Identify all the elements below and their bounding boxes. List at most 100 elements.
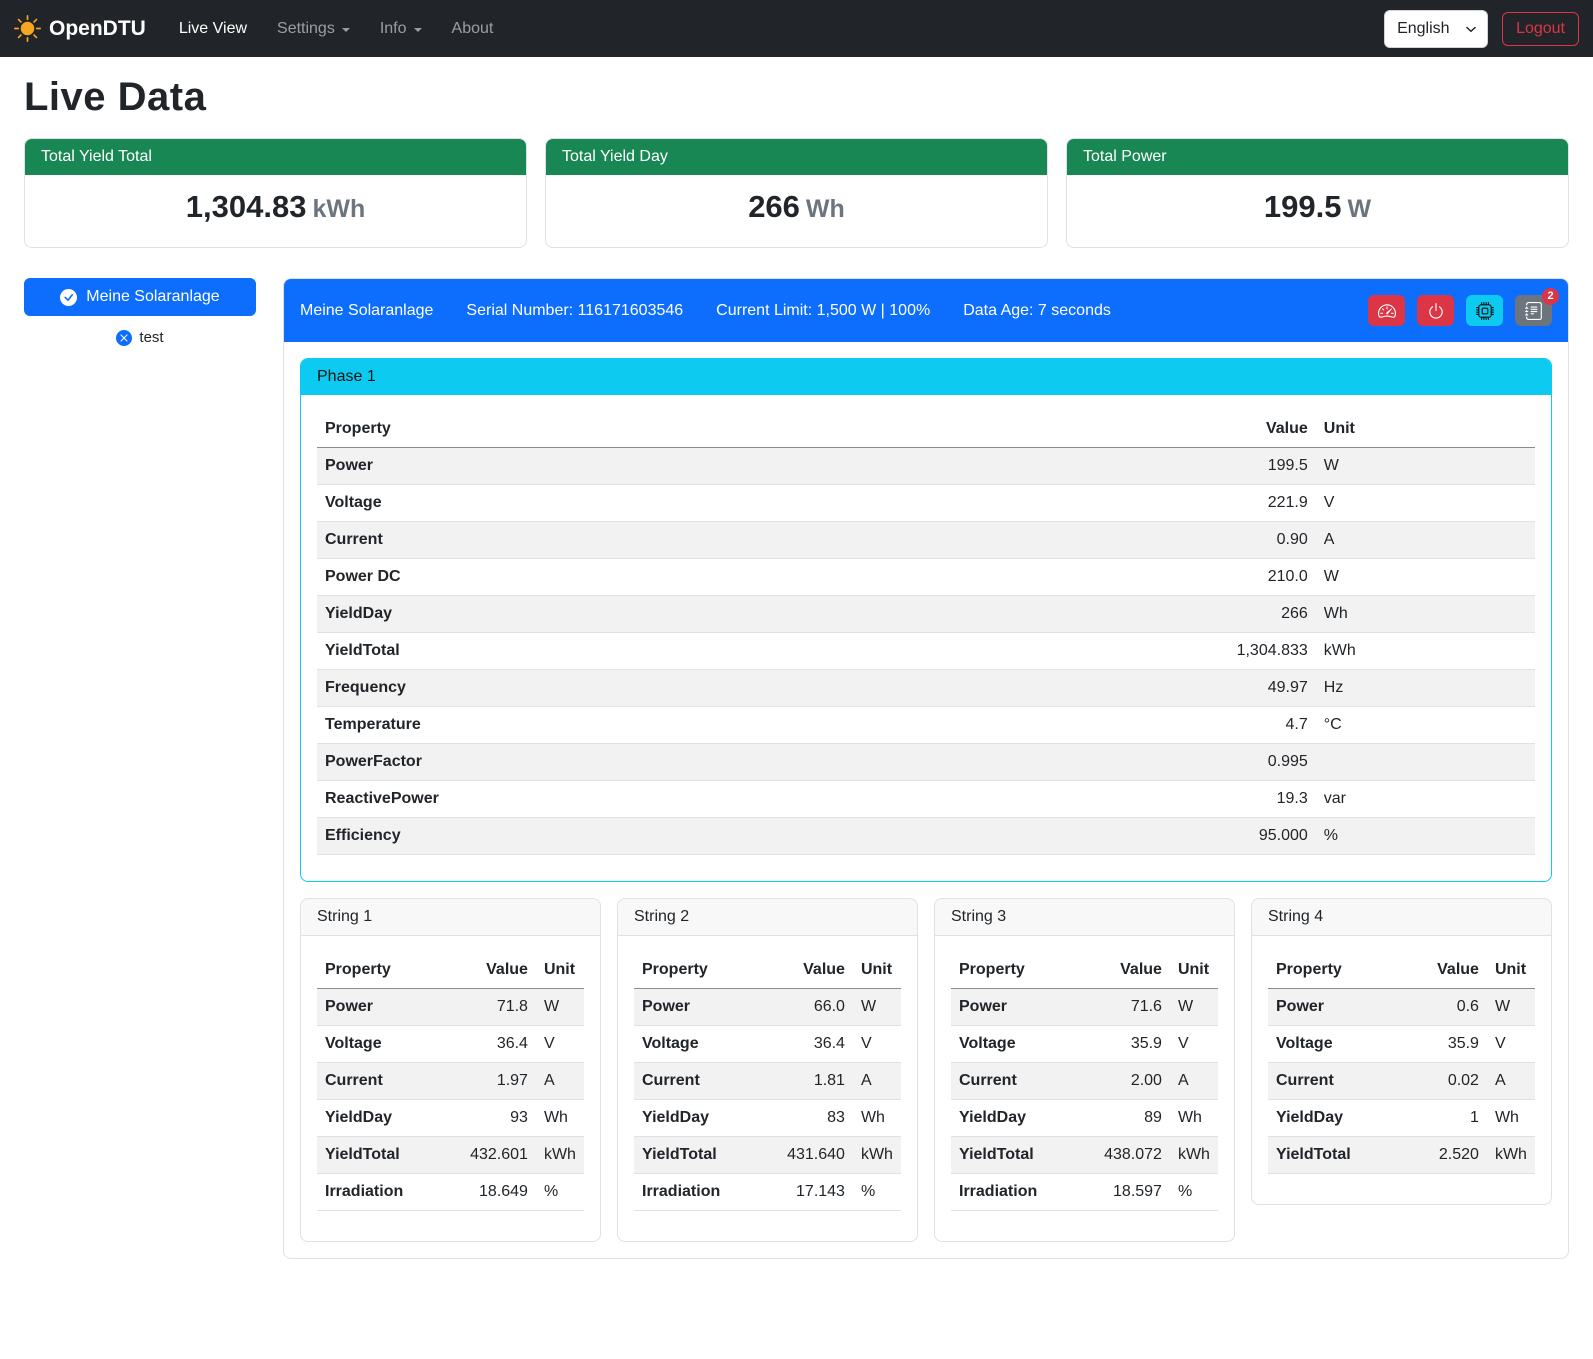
column-header-unit: Unit: [853, 952, 901, 989]
table-cell-prop: Current: [317, 1063, 445, 1100]
limit-settings-button[interactable]: [1368, 295, 1405, 326]
table-cell-val: 1.81: [762, 1063, 853, 1100]
table-row: YieldTotal432.601kWh: [317, 1137, 584, 1174]
table-cell-val: 89: [1079, 1100, 1170, 1137]
summary-card-value: 1,304.83: [186, 189, 307, 224]
table-cell-unit: Wh: [853, 1100, 901, 1137]
table-cell-val: 210.0: [1145, 559, 1316, 596]
table-cell-prop: YieldDay: [1268, 1100, 1396, 1137]
event-log-button[interactable]: 2: [1515, 295, 1552, 326]
nav-info[interactable]: Info: [365, 12, 437, 46]
table-cell-val: 93: [445, 1100, 536, 1137]
inverter-sidebar: Meine Solaranlage test: [24, 278, 256, 346]
table-cell-unit: W: [1316, 559, 1535, 596]
table-cell-val: 2.520: [1396, 1137, 1487, 1174]
inverter-select-button[interactable]: Meine Solaranlage: [24, 278, 256, 316]
table-cell-val: 66.0: [762, 989, 853, 1026]
table-cell-prop: ReactivePower: [317, 781, 1145, 818]
inverter-item-test[interactable]: test: [24, 329, 256, 346]
power-icon: [1427, 302, 1445, 320]
chevron-down-icon: [342, 28, 350, 32]
table-cell-val: 432.601: [445, 1137, 536, 1174]
table-cell-val: 18.649: [445, 1174, 536, 1211]
table-cell-prop: Voltage: [317, 485, 1145, 522]
table-cell-unit: var: [1316, 781, 1535, 818]
table-cell-prop: YieldDay: [634, 1100, 762, 1137]
nav-live-view[interactable]: Live View: [164, 12, 262, 46]
table-header-row: Property Value Unit: [634, 952, 901, 989]
journal-icon: [1525, 302, 1543, 320]
table-cell-val: 19.3: [1145, 781, 1316, 818]
column-header-value: Value: [1145, 411, 1316, 448]
table-row: Temperature4.7°C: [317, 707, 1535, 744]
table-cell-unit: V: [1487, 1026, 1535, 1063]
inverter-data-age: Data Age: 7 seconds: [963, 302, 1111, 320]
table-cell-unit: kWh: [1487, 1137, 1535, 1174]
table-cell-prop: Irradiation: [634, 1174, 762, 1211]
table-row: YieldDay89Wh: [951, 1100, 1218, 1137]
string-table: Property Value Unit Power0.6WVoltage35.9…: [1268, 952, 1535, 1174]
inverter-name: Meine Solaranlage: [300, 302, 433, 320]
table-cell-prop: YieldTotal: [1268, 1137, 1396, 1174]
string-card-title: String 3: [935, 899, 1234, 936]
table-header-row: Property Value Unit: [951, 952, 1218, 989]
table-cell-unit: Wh: [536, 1100, 584, 1137]
table-cell-val: 199.5: [1145, 448, 1316, 485]
table-cell-prop: Power: [317, 448, 1145, 485]
table-cell-unit: kWh: [1316, 633, 1535, 670]
x-circle-icon: [116, 330, 132, 346]
table-row: YieldDay1Wh: [1268, 1100, 1535, 1137]
table-row: Voltage35.9V: [951, 1026, 1218, 1063]
table-cell-val: 36.4: [445, 1026, 536, 1063]
table-cell-prop: Power DC: [317, 559, 1145, 596]
brand-link[interactable]: OpenDTU: [14, 15, 146, 42]
logout-button[interactable]: Logout: [1502, 12, 1579, 46]
table-cell-val: 18.597: [1079, 1174, 1170, 1211]
table-cell-prop: Irradiation: [951, 1174, 1079, 1211]
table-cell-unit: V: [1170, 1026, 1218, 1063]
inverter-panel: Meine Solaranlage Serial Number: 1161716…: [283, 278, 1569, 1259]
table-cell-unit: A: [853, 1063, 901, 1100]
table-row: Voltage36.4V: [317, 1026, 584, 1063]
phase-card: Phase 1 Property Value Unit Power199.5WV…: [300, 358, 1552, 882]
table-cell-unit: %: [536, 1174, 584, 1211]
table-cell-prop: YieldDay: [951, 1100, 1079, 1137]
table-cell-prop: Voltage: [951, 1026, 1079, 1063]
column-header-value: Value: [762, 952, 853, 989]
nav-about[interactable]: About: [437, 12, 509, 46]
table-cell-unit: A: [1170, 1063, 1218, 1100]
table-row: YieldTotal1,304.833kWh: [317, 633, 1535, 670]
table-cell-unit: V: [853, 1026, 901, 1063]
table-cell-unit: kWh: [853, 1137, 901, 1174]
table-cell-prop: Efficiency: [317, 818, 1145, 855]
table-row: Power199.5W: [317, 448, 1535, 485]
column-header-unit: Unit: [1316, 411, 1535, 448]
table-cell-prop: Current: [951, 1063, 1079, 1100]
phase-card-title: Phase 1: [301, 359, 1551, 395]
table-row: Efficiency95.000%: [317, 818, 1535, 855]
table-cell-prop: PowerFactor: [317, 744, 1145, 781]
column-header-value: Value: [445, 952, 536, 989]
language-select[interactable]: English: [1384, 10, 1488, 48]
summary-card-title: Total Yield Total: [25, 139, 526, 175]
total-yield-day-card: Total Yield Day 266Wh: [545, 138, 1048, 248]
navbar: OpenDTU Live View Settings Info About En…: [0, 0, 1593, 57]
table-row: YieldTotal438.072kWh: [951, 1137, 1218, 1174]
device-info-button[interactable]: [1466, 295, 1503, 326]
table-row: Frequency49.97Hz: [317, 670, 1535, 707]
table-row: Voltage36.4V: [634, 1026, 901, 1063]
table-cell-val: 1: [1396, 1100, 1487, 1137]
table-cell-prop: Power: [1268, 989, 1396, 1026]
table-row: Voltage35.9V: [1268, 1026, 1535, 1063]
table-cell-val: 95.000: [1145, 818, 1316, 855]
nav-settings[interactable]: Settings: [262, 12, 365, 46]
column-header-property: Property: [951, 952, 1079, 989]
table-cell-val: 4.7: [1145, 707, 1316, 744]
inverter-select-label: Meine Solaranlage: [86, 288, 219, 306]
power-button[interactable]: [1417, 295, 1454, 326]
table-cell-prop: Current: [634, 1063, 762, 1100]
column-header-unit: Unit: [1170, 952, 1218, 989]
table-cell-val: 0.90: [1145, 522, 1316, 559]
table-row: Power DC210.0W: [317, 559, 1535, 596]
table-cell-val: 49.97: [1145, 670, 1316, 707]
